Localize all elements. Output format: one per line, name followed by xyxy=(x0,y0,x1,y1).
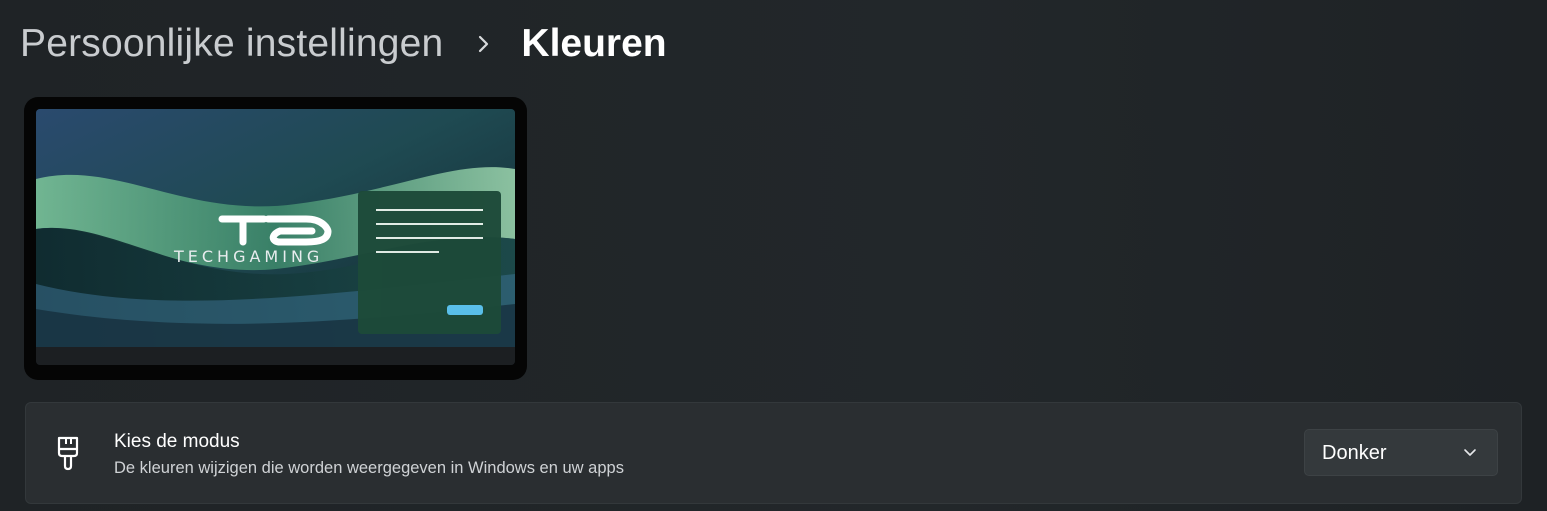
chevron-down-icon xyxy=(1463,446,1477,460)
preview-window xyxy=(358,191,501,334)
svg-text:TECHGAMING: TECHGAMING xyxy=(173,247,323,266)
preview-accent-button xyxy=(447,305,483,315)
theme-preview: TECHGAMING xyxy=(24,97,527,380)
page-title: Kleuren xyxy=(521,22,667,65)
preview-screen: TECHGAMING xyxy=(36,109,515,365)
mode-setting-title: Kies de modus xyxy=(114,431,240,452)
mode-dropdown[interactable]: Donker xyxy=(1304,429,1498,476)
mode-setting-description: De kleuren wijzigen die worden weergegev… xyxy=(114,459,624,477)
breadcrumb: Persoonlijke instellingen Kleuren xyxy=(20,18,667,70)
preview-taskbar xyxy=(36,347,515,365)
mode-dropdown-value: Donker xyxy=(1322,442,1387,464)
breadcrumb-parent-link[interactable]: Persoonlijke instellingen xyxy=(20,22,443,66)
chevron-right-icon xyxy=(469,29,499,59)
settings-page: Persoonlijke instellingen Kleuren TECHGA… xyxy=(0,0,1547,511)
paintbrush-icon xyxy=(54,435,82,471)
mode-setting-card: Kies de modus De kleuren wijzigen die wo… xyxy=(25,402,1522,504)
